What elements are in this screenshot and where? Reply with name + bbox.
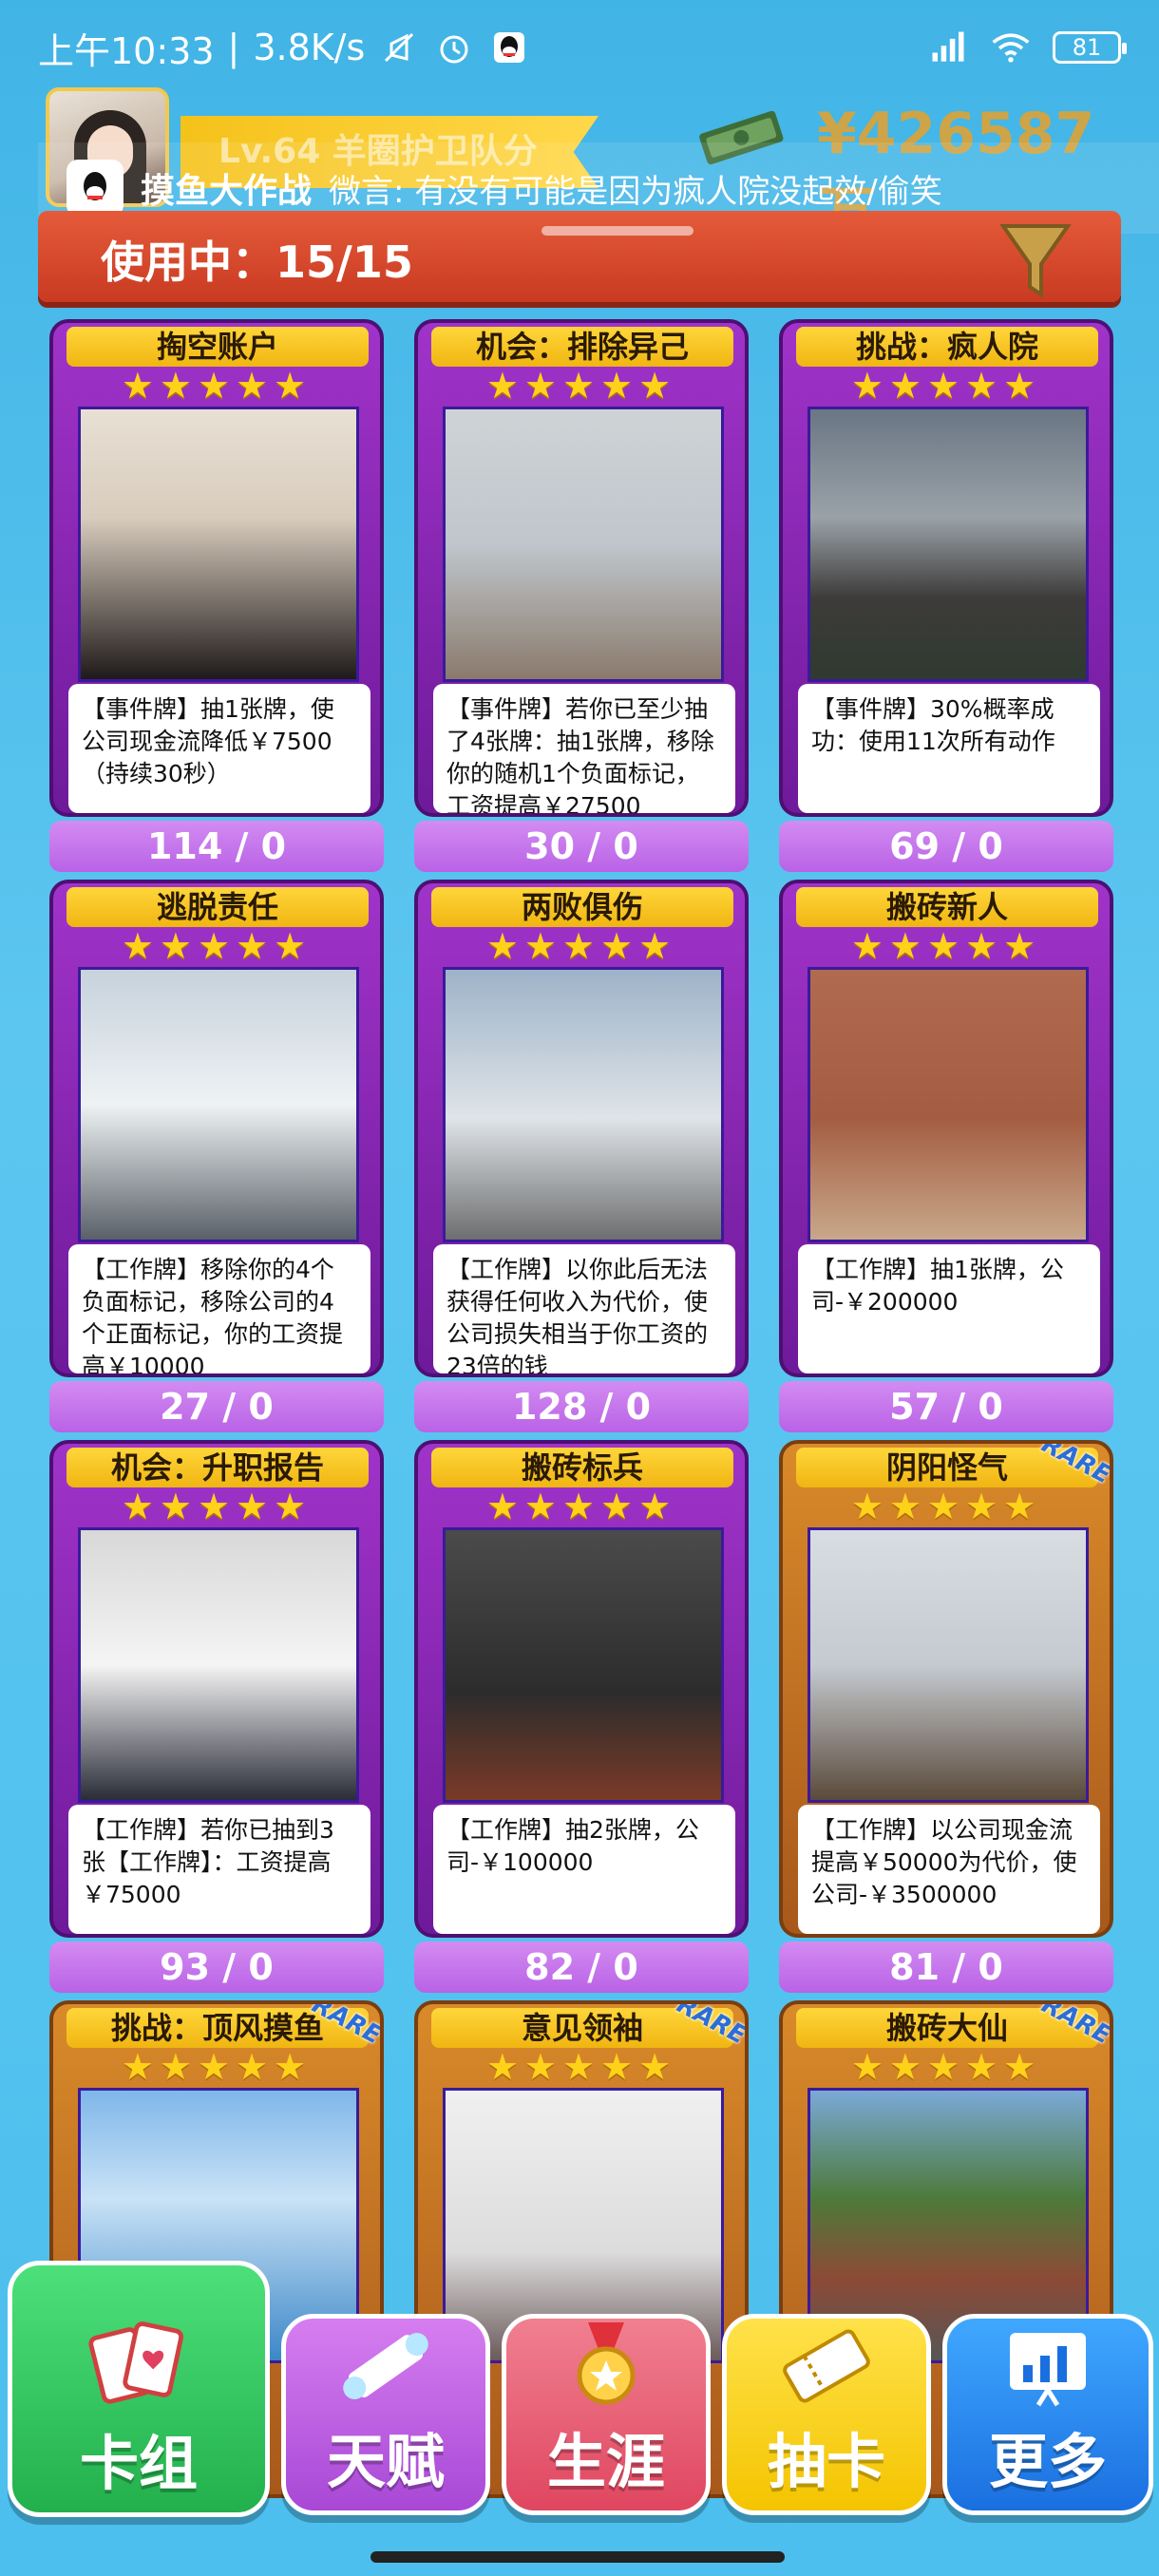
card-illustration	[78, 967, 359, 1242]
star-rating: ★★★★★	[485, 925, 677, 967]
card-frame: 搬砖标兵 ★★★★★ 【工作牌】抽2张牌，公司-￥100000	[414, 1440, 749, 1938]
chart-board-icon	[991, 2319, 1105, 2414]
star-rating: ★★★★★	[850, 1486, 1042, 1527]
card-illustration	[808, 967, 1089, 1242]
card-count: 30 / 0	[414, 821, 749, 872]
card-frame: 挑战：疯人院 ★★★★★ 【事件牌】30%概率成功：使用11次所有动作	[779, 319, 1113, 817]
star-rating: ★★★★★	[485, 2046, 677, 2088]
nav-talent-button[interactable]: 天赋	[281, 2314, 490, 2515]
card-illustration	[443, 967, 724, 1242]
status-bar: 上午10:33 | 3.8K/s 81	[0, 0, 1159, 95]
card-item[interactable]: 搬砖标兵 ★★★★★ 【工作牌】抽2张牌，公司-￥100000 82 / 0	[414, 1440, 749, 1993]
card-count: 57 / 0	[779, 1381, 1113, 1432]
star-rating: ★★★★★	[850, 365, 1042, 407]
card-description: 【事件牌】若你已至少抽了4张牌：抽1张牌，移除你的随机1个负面标记，工资提高￥2…	[433, 684, 735, 813]
card-illustration	[808, 1527, 1089, 1803]
card-illustration	[443, 1527, 724, 1803]
card-count: 82 / 0	[414, 1941, 749, 1993]
card-illustration	[78, 1527, 359, 1803]
card-illustration	[78, 407, 359, 682]
star-rating: ★★★★★	[121, 925, 313, 967]
nav-more-button[interactable]: 更多	[942, 2314, 1153, 2515]
card-title: 掏空账户	[66, 327, 369, 367]
qq-notification-icon	[488, 27, 530, 68]
card-frame: 两败俱伤 ★★★★★ 【工作牌】以你此后无法获得任何收入为代价，使公司损失相当于你工…	[414, 880, 749, 1377]
star-rating: ★★★★★	[485, 365, 677, 407]
notification-app: 摸鱼大作战	[141, 172, 313, 211]
card-count: 69 / 0	[779, 821, 1113, 872]
star-rating: ★★★★★	[121, 365, 313, 407]
nav-talent-label: 天赋	[326, 2427, 445, 2496]
card-description: 【工作牌】若你已抽到3张【工作牌】：工资提高￥75000	[68, 1805, 370, 1934]
battery-indicator: 81	[1053, 31, 1127, 64]
star-rating: ★★★★★	[121, 1486, 313, 1527]
card-count: 128 / 0	[414, 1381, 749, 1432]
card-item[interactable]: 两败俱伤 ★★★★★ 【工作牌】以你此后无法获得任何收入为代价，使公司损失相当于你工…	[414, 880, 749, 1432]
scroll-icon	[329, 2319, 443, 2414]
card-frame: 掏空账户 ★★★★★ 【事件牌】抽1张牌，使公司现金流降低￥7500（持续30秒）	[49, 319, 384, 817]
medal-icon	[549, 2319, 663, 2414]
nav-deck-label: 卡组	[79, 2429, 198, 2498]
drag-handle[interactable]	[542, 226, 694, 236]
card-item[interactable]: 逃脱责任 ★★★★★ 【工作牌】移除你的4个负面标记，移除公司的4个正面标记，你的工…	[49, 880, 384, 1432]
card-description: 【事件牌】抽1张牌，使公司现金流降低￥7500（持续30秒）	[68, 684, 370, 813]
card-description: 【工作牌】移除你的4个负面标记，移除公司的4个正面标记，你的工资提高￥10000	[68, 1244, 370, 1373]
usage-count: 使用中：15/15	[101, 237, 413, 288]
card-count: 114 / 0	[49, 821, 384, 872]
cards-icon	[82, 2311, 196, 2415]
nav-deck-button[interactable]: 卡组	[8, 2261, 270, 2517]
card-title: 机会：排除异己	[431, 327, 733, 367]
card-description: 【工作牌】以公司现金流提高￥50000为代价，使公司-￥3500000	[798, 1805, 1100, 1934]
card-count: 27 / 0	[49, 1381, 384, 1432]
mute-icon	[378, 27, 420, 68]
star-rating: ★★★★★	[121, 2046, 313, 2088]
card-item[interactable]: 机会：排除异己 ★★★★★ 【事件牌】若你已至少抽了4张牌：抽1张牌，移除你的随机1…	[414, 319, 749, 872]
card-illustration	[808, 407, 1089, 682]
status-time: 上午10:33	[38, 29, 215, 72]
star-rating: ★★★★★	[850, 2046, 1042, 2088]
card-title: 搬砖标兵	[431, 1448, 733, 1487]
card-count: 81 / 0	[779, 1941, 1113, 1993]
card-frame: 机会：升职报告 ★★★★★ 【工作牌】若你已抽到3张【工作牌】：工资提高￥75000	[49, 1440, 384, 1938]
card-description: 【工作牌】以你此后无法获得任何收入为代价，使公司损失相当于你工资的23倍的钱	[433, 1244, 735, 1373]
card-title: 两败俱伤	[431, 887, 733, 927]
card-count: 93 / 0	[49, 1941, 384, 1993]
nav-draw-label: 抽卡	[767, 2427, 885, 2496]
star-rating: ★★★★★	[850, 925, 1042, 967]
notification-message: 微言: 有没有可能是因为疯人院没起效/偷笑	[329, 172, 942, 211]
card-illustration	[443, 407, 724, 682]
card-description: 【事件牌】30%概率成功：使用11次所有动作	[798, 684, 1100, 813]
card-frame: 阴阳怪气 ★★★★★ RARE 【工作牌】以公司现金流提高￥50000为代价，使公司-…	[779, 1440, 1113, 1938]
bottom-nav: 卡组 天赋 生涯 抽卡 更多	[0, 2261, 1159, 2546]
card-title: 机会：升职报告	[66, 1448, 369, 1487]
nav-more-label: 更多	[988, 2427, 1107, 2496]
card-description: 【工作牌】抽1张牌，公司-￥200000	[798, 1244, 1100, 1373]
card-frame: 机会：排除异己 ★★★★★ 【事件牌】若你已至少抽了4张牌：抽1张牌，移除你的随机1…	[414, 319, 749, 817]
card-item[interactable]: 搬砖新人 ★★★★★ 【工作牌】抽1张牌，公司-￥200000 57 / 0	[779, 880, 1113, 1432]
nav-career-button[interactable]: 生涯	[502, 2314, 711, 2515]
qq-icon	[66, 160, 124, 217]
nav-career-label: 生涯	[546, 2427, 665, 2496]
network-speed: 3.8K/s	[253, 27, 366, 68]
signal-icon	[927, 27, 969, 68]
filter-icon[interactable]	[998, 218, 1074, 300]
ticket-icon	[770, 2319, 884, 2414]
nav-draw-button[interactable]: 抽卡	[722, 2314, 931, 2515]
star-rating: ★★★★★	[485, 1486, 677, 1527]
card-description: 【工作牌】抽2张牌，公司-￥100000	[433, 1805, 735, 1934]
deck-usage-bar[interactable]: 使用中：15/15	[38, 211, 1121, 302]
player-header: Lv.64 羊圈护卫队分 ¥426587万 摸鱼大作战 微言: 有没有可能是因为…	[38, 84, 1159, 247]
home-indicator[interactable]	[370, 2551, 785, 2563]
card-title: 逃脱责任	[66, 887, 369, 927]
alarm-icon	[433, 27, 475, 68]
card-frame: 搬砖新人 ★★★★★ 【工作牌】抽1张牌，公司-￥200000	[779, 880, 1113, 1377]
card-item[interactable]: 机会：升职报告 ★★★★★ 【工作牌】若你已抽到3张【工作牌】：工资提高￥75000…	[49, 1440, 384, 1993]
card-frame: 逃脱责任 ★★★★★ 【工作牌】移除你的4个负面标记，移除公司的4个正面标记，你的工…	[49, 880, 384, 1377]
card-title: 搬砖新人	[796, 887, 1098, 927]
wifi-icon	[990, 27, 1032, 68]
card-item[interactable]: 阴阳怪气 ★★★★★ RARE 【工作牌】以公司现金流提高￥50000为代价，使公司-…	[779, 1440, 1113, 1993]
card-item[interactable]: 掏空账户 ★★★★★ 【事件牌】抽1张牌，使公司现金流降低￥7500（持续30秒） 1…	[49, 319, 384, 872]
card-title: 挑战：疯人院	[796, 327, 1098, 367]
card-item[interactable]: 挑战：疯人院 ★★★★★ 【事件牌】30%概率成功：使用11次所有动作 69 / 0	[779, 319, 1113, 872]
